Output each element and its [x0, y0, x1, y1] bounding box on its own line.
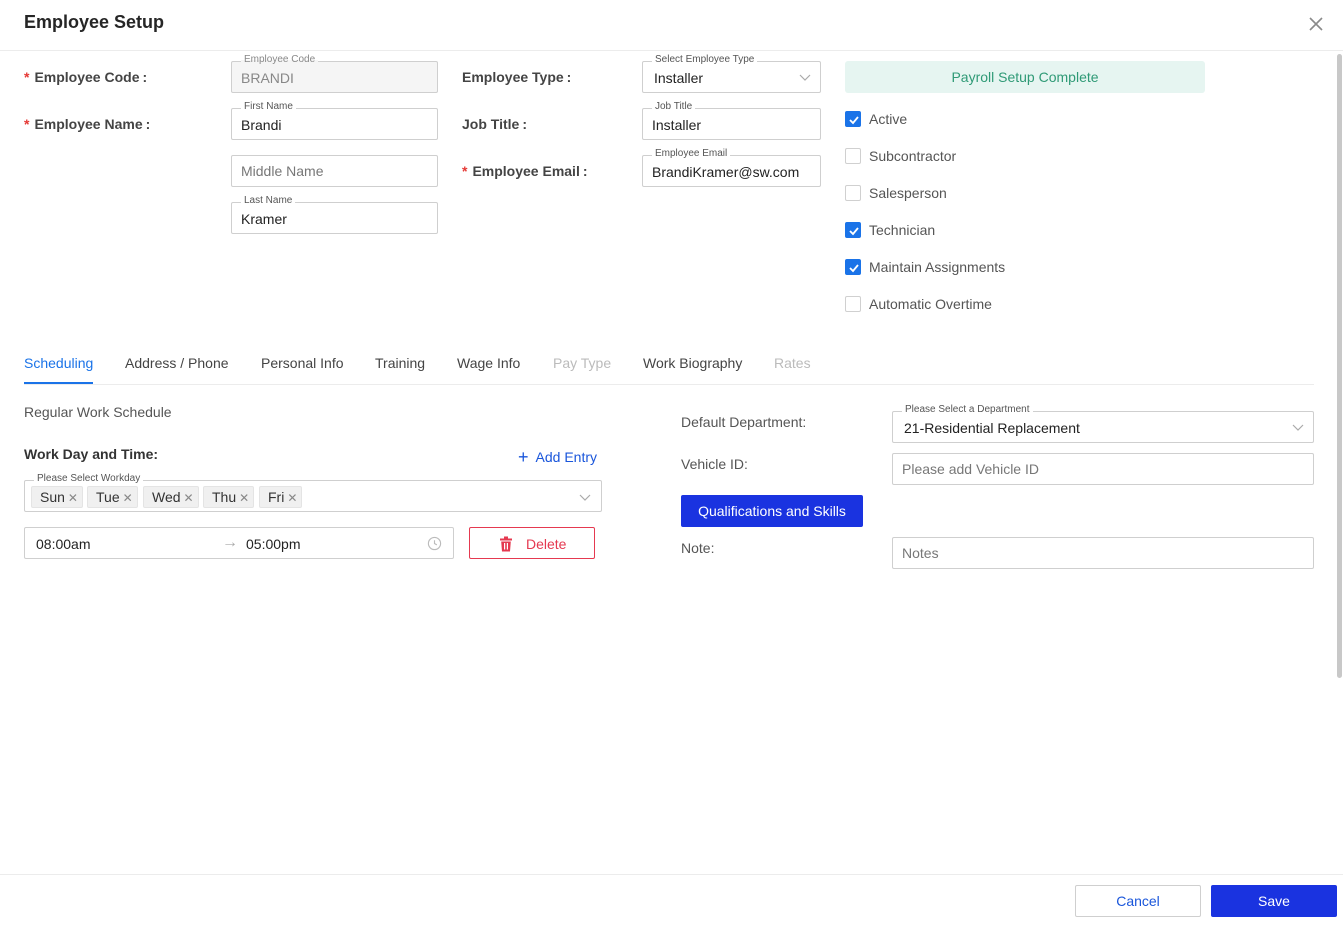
- employee-email-field[interactable]: Employee Email BrandiKramer@sw.com: [642, 148, 821, 187]
- first-name-field[interactable]: First Name Brandi: [231, 101, 438, 140]
- clock-icon: [427, 536, 442, 551]
- tab-rates: Rates: [774, 355, 811, 371]
- employee-code-field[interactable]: Employee Code BRANDI: [231, 54, 438, 93]
- remove-tag-icon[interactable]: ✕: [239, 491, 249, 505]
- tab-address-phone[interactable]: Address / Phone: [125, 355, 229, 371]
- tab-scheduling[interactable]: Scheduling: [24, 355, 93, 371]
- qualifications-skills-button[interactable]: Qualifications and Skills: [681, 495, 863, 527]
- remove-tag-icon[interactable]: ✕: [68, 491, 78, 505]
- cancel-button[interactable]: Cancel: [1075, 885, 1201, 917]
- checkbox-box[interactable]: [845, 259, 861, 275]
- employee-type-select[interactable]: Select Employee Type Installer: [642, 54, 821, 93]
- end-time[interactable]: 05:00pm: [246, 536, 300, 552]
- tab-work-biography[interactable]: Work Biography: [643, 355, 742, 371]
- active-tab-indicator: [24, 382, 93, 384]
- vehicle-id-label: Vehicle ID:: [681, 456, 748, 472]
- checkbox-box[interactable]: [845, 296, 861, 312]
- chevron-down-icon: [1292, 424, 1304, 431]
- required-mark: *: [462, 163, 468, 179]
- workday-tag: Tue ✕: [87, 486, 138, 508]
- employee-email-label: * Employee Email:: [462, 163, 588, 179]
- workday-select[interactable]: Please Select Workday Sun ✕ Tue ✕ Wed ✕ Thu…: [24, 473, 602, 512]
- tab-pay-type: Pay Type: [553, 355, 612, 371]
- tab-training[interactable]: Training: [375, 355, 425, 371]
- payroll-status-badge: Payroll Setup Complete: [845, 61, 1205, 93]
- add-entry-button[interactable]: + Add Entry: [518, 446, 597, 467]
- workday-tag: Sun ✕: [31, 486, 83, 508]
- scrollbar[interactable]: [1337, 54, 1342, 678]
- trash-icon: [500, 536, 512, 552]
- remove-tag-icon[interactable]: ✕: [287, 491, 297, 505]
- tab-bar: Scheduling Address / Phone Personal Info…: [24, 350, 1314, 385]
- time-range-picker[interactable]: 08:00am → 05:00pm: [24, 527, 454, 559]
- delete-button[interactable]: Delete: [469, 527, 595, 559]
- tab-wage-info[interactable]: Wage Info: [457, 355, 520, 371]
- work-day-label: Work Day and Time:: [24, 446, 159, 462]
- middle-name-field[interactable]: Middle Name: [231, 155, 438, 187]
- employee-name-label: * Employee Name:: [24, 116, 151, 132]
- dialog-title: Employee Setup: [24, 12, 165, 32]
- dialog-header: Employee Setup: [0, 0, 1343, 51]
- checkbox-box[interactable]: [845, 111, 861, 127]
- required-mark: *: [24, 69, 30, 85]
- remove-tag-icon[interactable]: ✕: [123, 491, 133, 505]
- start-time[interactable]: 08:00am: [36, 536, 90, 552]
- arrow-right-icon: →: [222, 534, 238, 551]
- department-select[interactable]: Please Select a Department 21-Residentia…: [892, 404, 1314, 443]
- employee-code-label: * Employee Code:: [24, 69, 148, 85]
- workday-tag: Wed ✕: [143, 486, 199, 508]
- checkbox-box[interactable]: [845, 185, 861, 201]
- required-mark: *: [24, 116, 30, 132]
- vehicle-id-field[interactable]: Please add Vehicle ID: [892, 453, 1314, 485]
- job-title-field[interactable]: Job Title Installer: [642, 101, 821, 140]
- note-label: Note:: [681, 540, 715, 556]
- section-subtitle: Regular Work Schedule: [24, 404, 172, 420]
- chevron-down-icon: [579, 494, 591, 501]
- workday-tag: Thu ✕: [203, 486, 255, 508]
- tab-personal-info[interactable]: Personal Info: [261, 355, 344, 371]
- close-icon[interactable]: [1306, 14, 1326, 34]
- checkbox-box[interactable]: [845, 148, 861, 164]
- save-button[interactable]: Save: [1211, 885, 1337, 917]
- chevron-down-icon: [799, 74, 811, 81]
- checkbox-box[interactable]: [845, 222, 861, 238]
- plus-icon: +: [518, 447, 529, 467]
- remove-tag-icon[interactable]: ✕: [184, 491, 194, 505]
- notes-field[interactable]: Notes: [892, 537, 1314, 569]
- default-department-label: Default Department:: [681, 414, 807, 430]
- workday-tag: Fri ✕: [259, 486, 303, 508]
- employee-type-label: Employee Type:: [462, 69, 572, 85]
- job-title-label: Job Title:: [462, 116, 527, 132]
- last-name-field[interactable]: Last Name Kramer: [231, 195, 438, 234]
